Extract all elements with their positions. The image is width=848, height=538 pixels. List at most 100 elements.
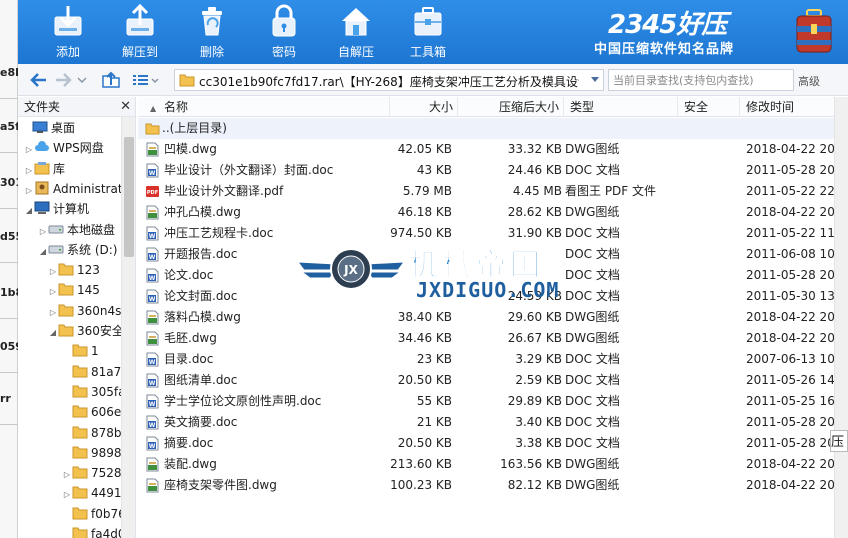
file-row[interactable]: W 摘要.doc 20.50 KB 3.38 KB DOC 文档 2011-05-28 2…	[138, 433, 836, 454]
tree-expander-icon[interactable]: ◢	[38, 242, 48, 262]
file-modified: 2011-05-26 14:07:	[746, 373, 836, 387]
column-modified[interactable]: 修改时间	[740, 97, 834, 117]
file-row[interactable]: 座椅支架零件图.dwg 100.23 KB 82.12 KB DWG图纸 2018-04…	[138, 475, 836, 496]
tree-expander-icon[interactable]: ▷	[48, 282, 58, 302]
file-row[interactable]: W 图纸清单.doc 20.50 KB 2.59 KB DOC 文档 2011-05-26…	[138, 370, 836, 391]
background-window-divider	[0, 262, 18, 263]
folder-tree-item[interactable]: 606e4	[62, 402, 129, 422]
self-extract-button[interactable]: 自解压	[320, 0, 392, 64]
delete-button[interactable]: 删除	[176, 0, 248, 64]
folder-tree-item[interactable]: ▷ 145	[48, 280, 100, 300]
file-size	[388, 244, 452, 265]
tree-expander-icon[interactable]: ▷	[48, 303, 58, 323]
folder-tree-item[interactable]: ▷ WPS网盘	[24, 138, 104, 158]
file-name: 论文封面.doc	[164, 289, 238, 303]
file-row[interactable]: W 英文摘要.doc 21 KB 3.40 KB DOC 文档 2011-05-28 20…	[138, 412, 836, 433]
file-security	[678, 370, 738, 391]
folder-icon	[72, 526, 88, 538]
extract-to-button[interactable]: 解压到	[104, 0, 176, 64]
haozip-bag-icon	[796, 9, 832, 53]
parent-directory-row[interactable]: ..(上层目录)	[138, 118, 834, 139]
column-security-label: 安全	[684, 100, 709, 114]
path-dropdown-arrow[interactable]	[591, 77, 599, 82]
folder-tree-item[interactable]: 1	[62, 341, 99, 361]
file-row[interactable]: W 论文封面.doc 24.59 KBDOC 文档 2011-05-30 13:25:	[138, 286, 836, 307]
folder-tree-item[interactable]: ◢ 计算机	[24, 199, 89, 219]
folder-tree-item[interactable]: 305fa	[62, 382, 125, 402]
folder-tree-item[interactable]: ◢ 360安全	[48, 321, 124, 341]
file-name: 毕业设计（外文翻译）封面.doc	[164, 163, 334, 177]
file-row[interactable]: 毛胚.dwg 34.46 KB 26.67 KB DWG图纸 2018-04-22 20…	[138, 328, 836, 349]
folder-tree-item[interactable]: 81a7a	[62, 362, 129, 382]
column-security[interactable]: 安全	[678, 97, 740, 117]
tree-expander-icon[interactable]: ▷	[24, 140, 34, 160]
folder-tree-item-label: 桌面	[51, 121, 76, 135]
file-row[interactable]: 冲孔凸模.dwg 46.18 KB 28.62 KB DWG图纸 2018-04-22 …	[138, 202, 836, 223]
folder-tree-item[interactable]: ▷ 360n4s	[48, 301, 121, 321]
pdf-file-icon: PDF	[145, 184, 160, 199]
tree-expander-icon[interactable]: ▷	[62, 485, 72, 505]
folder-tree-item[interactable]: ▷ 44916	[62, 483, 129, 503]
file-modified: 2011-05-28 20:45:	[746, 268, 836, 282]
file-row[interactable]: W 冲压工艺规程卡.doc 974.50 KB 31.90 KB DOC 文档 2011-…	[138, 223, 836, 244]
tree-expander-icon[interactable]: ◢	[48, 323, 58, 343]
close-folder-tree-button[interactable]: ✕	[120, 97, 131, 117]
scrollbar-thumb[interactable]	[124, 137, 134, 257]
folder-tree-item[interactable]: ▷ 123	[48, 260, 100, 280]
file-row[interactable]: W 开题报告.doc DOC 文档 2011-06-08 10:43:	[138, 244, 836, 265]
toolbox-button[interactable]: 工具箱	[392, 0, 464, 64]
back-button[interactable]	[28, 70, 50, 90]
background-window: e8b a5f 301 d55 1b8 059 rr	[0, 0, 18, 538]
tree-expander-icon[interactable]: ▷	[38, 222, 48, 242]
chevron-down-icon	[77, 77, 87, 84]
svg-text:W: W	[149, 233, 156, 240]
folder-tree-item-label: 360n4s	[77, 303, 122, 318]
column-name[interactable]: ▲ 名称	[138, 97, 390, 117]
column-size[interactable]: 大小	[390, 97, 458, 117]
tree-expander-icon[interactable]: ▷	[24, 181, 34, 201]
folder-tree-item[interactable]: ▷ 本地磁盘	[38, 220, 115, 240]
file-name: 英文摘要.doc	[164, 415, 238, 429]
tree-expander-icon[interactable]: ▷	[48, 262, 58, 282]
column-compressed-size[interactable]: 压缩后大小	[458, 97, 564, 117]
tree-expander-icon[interactable]: ▷	[62, 465, 72, 485]
file-row[interactable]: 装配.dwg 213.60 KB 163.56 KB DWG图纸 2018-04-22 …	[138, 454, 836, 475]
folder-icon	[72, 465, 88, 479]
folder-tree-item[interactable]: 878b3	[62, 423, 129, 443]
forward-button[interactable]	[52, 70, 74, 90]
file-row[interactable]: PDF 毕业设计外文翻译.pdf 5.79 MB 4.45 MB 看图王 PDF 文件 2…	[138, 181, 836, 202]
advanced-search-link[interactable]: 高级	[798, 73, 820, 89]
column-type[interactable]: 类型	[564, 97, 678, 117]
folder-tree-scrollbar[interactable]	[121, 117, 135, 538]
file-row[interactable]: 落料凸模.dwg 38.40 KB 29.60 KB DWG图纸 2018-04-22 …	[138, 307, 836, 328]
file-modified: 2011-05-22 11:41:	[746, 226, 836, 240]
folder-tree-item[interactable]: ◢ 系统 (D:)	[38, 240, 118, 262]
file-list-header: ▲ 名称 大小 压缩后大小 类型 安全 修改时间	[138, 97, 834, 117]
search-input[interactable]	[609, 70, 789, 90]
svg-text:PDF: PDF	[147, 190, 158, 196]
up-level-button[interactable]	[100, 70, 122, 90]
history-dropdown[interactable]	[76, 70, 88, 90]
folder-tree-item[interactable]: ▷ 75283	[62, 463, 129, 483]
svg-text:W: W	[149, 359, 156, 366]
view-mode-button[interactable]	[130, 70, 160, 90]
folder-icon	[72, 445, 88, 459]
file-row[interactable]: W 毕业设计（外文翻译）封面.doc 43 KB 24.46 KB DOC 文档 2011…	[138, 160, 836, 181]
file-row[interactable]: W 论文.doc DOC 文档 2011-05-28 20:45:	[138, 265, 836, 286]
file-type: DOC 文档	[565, 163, 620, 177]
tree-expander-icon[interactable]: ▷	[24, 161, 34, 181]
folder-tree-item[interactable]: 9898f	[62, 443, 126, 463]
folder-tree-item[interactable]: f0b76	[62, 504, 126, 524]
path-combobox[interactable]: cc301e1b90fc7fd17.rar\【HY-268】座椅支架冲压工艺分析…	[174, 69, 604, 91]
folder-tree-item[interactable]: fa4d0	[62, 524, 125, 538]
file-row[interactable]: W 学士学位论文原创性声明.doc 55 KB 29.89 KB DOC 文档 2011-…	[138, 391, 836, 412]
password-button[interactable]: 密码	[248, 0, 320, 64]
folder-tree-item[interactable]: 桌面	[22, 118, 75, 138]
folder-tree-item[interactable]: ▷ 库	[24, 159, 65, 179]
tree-expander-icon[interactable]: ◢	[24, 201, 34, 221]
file-row[interactable]: W 目录.doc 23 KB 3.29 KBDOC 文档 2007-06-13 10:0…	[138, 349, 836, 370]
add-button[interactable]: 添加	[32, 0, 104, 64]
folder-tree-item[interactable]: ▷ Administrator	[24, 179, 135, 199]
file-list-scrollbar[interactable]	[834, 97, 848, 538]
file-row[interactable]: 凹模.dwg 42.05 KB 33.32 KB DWG图纸 2018-04-22 20…	[138, 139, 836, 160]
